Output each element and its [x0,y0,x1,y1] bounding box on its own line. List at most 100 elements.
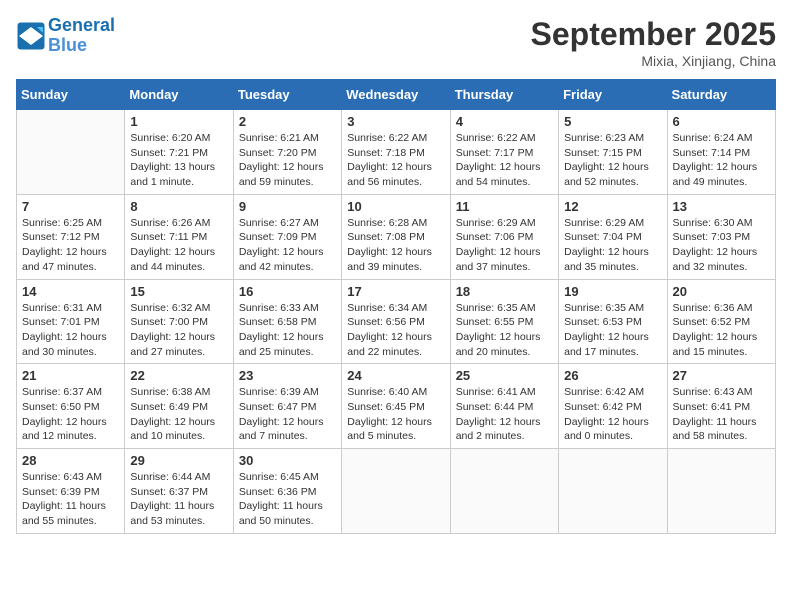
calendar-cell: 17Sunrise: 6:34 AM Sunset: 6:56 PM Dayli… [342,279,450,364]
calendar-cell: 18 Sunrise: 6:35 AM Sunset: 6:55 PM Dayli… [450,279,558,364]
calendar-cell: 10 Sunrise: 6:28 AM Sunset: 7:08 PM Dayli… [342,194,450,279]
calendar-cell: 12 Sunrise: 6:29 AM Sunset: 7:04 PM Dayli… [559,194,667,279]
calendar-cell: 14 Sunrise: 6:31 AM Sunset: 7:01 PM Dayli… [17,279,125,364]
day-number: 10 [347,199,444,214]
calendar-cell [450,449,558,534]
calendar-cell: 4 Sunrise: 6:22 AM Sunset: 7:17 PM Daylig… [450,110,558,195]
day-info: Sunrise: 6:29 AM Sunset: 7:04 PM Dayligh… [564,216,661,275]
day-info: Sunrise: 6:43 AM Sunset: 6:39 PM Dayligh… [22,470,119,529]
page-header: General Blue September 2025 Mixia, Xinji… [16,16,776,69]
calendar-cell [17,110,125,195]
day-number: 14 [22,284,119,299]
day-number: 20 [673,284,770,299]
day-info: Sunrise: 6:40 AM Sunset: 6:45 PM Dayligh… [347,385,444,444]
logo-icon [16,21,46,51]
calendar-cell: 20 Sunrise: 6:36 AM Sunset: 6:52 PM Dayli… [667,279,775,364]
day-number: 4 [456,114,553,129]
day-number: 24 [347,368,444,383]
day-number: 3 [347,114,444,129]
day-info: Sunrise: 6:39 AM Sunset: 6:47 PM Dayligh… [239,385,336,444]
day-info: Sunrise: 6:44 AM Sunset: 6:37 PM Dayligh… [130,470,227,529]
calendar-cell: 29 Sunrise: 6:44 AM Sunset: 6:37 PM Dayli… [125,449,233,534]
weekday-header-row: SundayMondayTuesdayWednesdayThursdayFrid… [17,80,776,110]
day-number: 9 [239,199,336,214]
day-number: 16 [239,284,336,299]
calendar-cell: 5 Sunrise: 6:23 AM Sunset: 7:15 PM Daylig… [559,110,667,195]
day-info: Sunrise: 6:30 AM Sunset: 7:03 PM Dayligh… [673,216,770,275]
weekday-header: Thursday [450,80,558,110]
weekday-header: Friday [559,80,667,110]
day-number: 2 [239,114,336,129]
day-number: 8 [130,199,227,214]
day-number: 30 [239,453,336,468]
calendar-cell [559,449,667,534]
day-info: Sunrise: 6:38 AM Sunset: 6:49 PM Dayligh… [130,385,227,444]
day-info: Sunrise: 6:26 AM Sunset: 7:11 PM Dayligh… [130,216,227,275]
day-info: Sunrise: 6:20 AM Sunset: 7:21 PM Dayligh… [130,131,227,190]
calendar-cell [667,449,775,534]
day-info: Sunrise: 6:23 AM Sunset: 7:15 PM Dayligh… [564,131,661,190]
calendar-week-row: 28 Sunrise: 6:43 AM Sunset: 6:39 PM Dayli… [17,449,776,534]
calendar-cell: 22 Sunrise: 6:38 AM Sunset: 6:49 PM Dayli… [125,364,233,449]
calendar-cell: 21Sunrise: 6:37 AM Sunset: 6:50 PM Dayli… [17,364,125,449]
calendar-cell: 25Sunrise: 6:41 AM Sunset: 6:44 PM Dayli… [450,364,558,449]
calendar-table: SundayMondayTuesdayWednesdayThursdayFrid… [16,79,776,534]
day-info: Sunrise: 6:27 AM Sunset: 7:09 PM Dayligh… [239,216,336,275]
logo: General Blue [16,16,115,56]
calendar-cell: 26 Sunrise: 6:42 AM Sunset: 6:42 PM Dayli… [559,364,667,449]
day-number: 27 [673,368,770,383]
day-number: 1 [130,114,227,129]
calendar-cell: 6Sunrise: 6:24 AM Sunset: 7:14 PM Daylig… [667,110,775,195]
weekday-header: Tuesday [233,80,341,110]
calendar-week-row: 14 Sunrise: 6:31 AM Sunset: 7:01 PM Dayli… [17,279,776,364]
day-number: 5 [564,114,661,129]
day-number: 22 [130,368,227,383]
calendar-cell: 3 Sunrise: 6:22 AM Sunset: 7:18 PM Daylig… [342,110,450,195]
day-number: 25 [456,368,553,383]
calendar-cell: 11Sunrise: 6:29 AM Sunset: 7:06 PM Dayli… [450,194,558,279]
day-number: 7 [22,199,119,214]
day-info: Sunrise: 6:45 AM Sunset: 6:36 PM Dayligh… [239,470,336,529]
calendar-week-row: 1 Sunrise: 6:20 AM Sunset: 7:21 PM Daylig… [17,110,776,195]
calendar-cell [342,449,450,534]
calendar-cell: 16Sunrise: 6:33 AM Sunset: 6:58 PM Dayli… [233,279,341,364]
logo-text: General Blue [48,16,115,56]
day-info: Sunrise: 6:29 AM Sunset: 7:06 PM Dayligh… [456,216,553,275]
calendar-week-row: 21Sunrise: 6:37 AM Sunset: 6:50 PM Dayli… [17,364,776,449]
day-info: Sunrise: 6:31 AM Sunset: 7:01 PM Dayligh… [22,301,119,360]
calendar-cell: 28 Sunrise: 6:43 AM Sunset: 6:39 PM Dayli… [17,449,125,534]
day-number: 28 [22,453,119,468]
day-number: 15 [130,284,227,299]
day-number: 6 [673,114,770,129]
day-number: 26 [564,368,661,383]
day-info: Sunrise: 6:42 AM Sunset: 6:42 PM Dayligh… [564,385,661,444]
day-info: Sunrise: 6:43 AM Sunset: 6:41 PM Dayligh… [673,385,770,444]
calendar-cell: 7Sunrise: 6:25 AM Sunset: 7:12 PM Daylig… [17,194,125,279]
day-number: 19 [564,284,661,299]
day-info: Sunrise: 6:28 AM Sunset: 7:08 PM Dayligh… [347,216,444,275]
day-info: Sunrise: 6:34 AM Sunset: 6:56 PM Dayligh… [347,301,444,360]
calendar-cell: 19Sunrise: 6:35 AM Sunset: 6:53 PM Dayli… [559,279,667,364]
title-block: September 2025 Mixia, Xinjiang, China [531,16,776,69]
day-info: Sunrise: 6:22 AM Sunset: 7:17 PM Dayligh… [456,131,553,190]
location: Mixia, Xinjiang, China [531,53,776,69]
day-info: Sunrise: 6:35 AM Sunset: 6:55 PM Dayligh… [456,301,553,360]
weekday-header: Saturday [667,80,775,110]
day-number: 13 [673,199,770,214]
day-info: Sunrise: 6:37 AM Sunset: 6:50 PM Dayligh… [22,385,119,444]
calendar-cell: 15 Sunrise: 6:32 AM Sunset: 7:00 PM Dayli… [125,279,233,364]
day-info: Sunrise: 6:32 AM Sunset: 7:00 PM Dayligh… [130,301,227,360]
calendar-cell: 23Sunrise: 6:39 AM Sunset: 6:47 PM Dayli… [233,364,341,449]
day-number: 12 [564,199,661,214]
weekday-header: Monday [125,80,233,110]
calendar-cell: 27 Sunrise: 6:43 AM Sunset: 6:41 PM Dayli… [667,364,775,449]
day-info: Sunrise: 6:36 AM Sunset: 6:52 PM Dayligh… [673,301,770,360]
weekday-header: Wednesday [342,80,450,110]
calendar-cell: 24 Sunrise: 6:40 AM Sunset: 6:45 PM Dayli… [342,364,450,449]
day-info: Sunrise: 6:21 AM Sunset: 7:20 PM Dayligh… [239,131,336,190]
day-number: 18 [456,284,553,299]
day-number: 29 [130,453,227,468]
day-info: Sunrise: 6:22 AM Sunset: 7:18 PM Dayligh… [347,131,444,190]
weekday-header: Sunday [17,80,125,110]
calendar-cell: 9 Sunrise: 6:27 AM Sunset: 7:09 PM Daylig… [233,194,341,279]
